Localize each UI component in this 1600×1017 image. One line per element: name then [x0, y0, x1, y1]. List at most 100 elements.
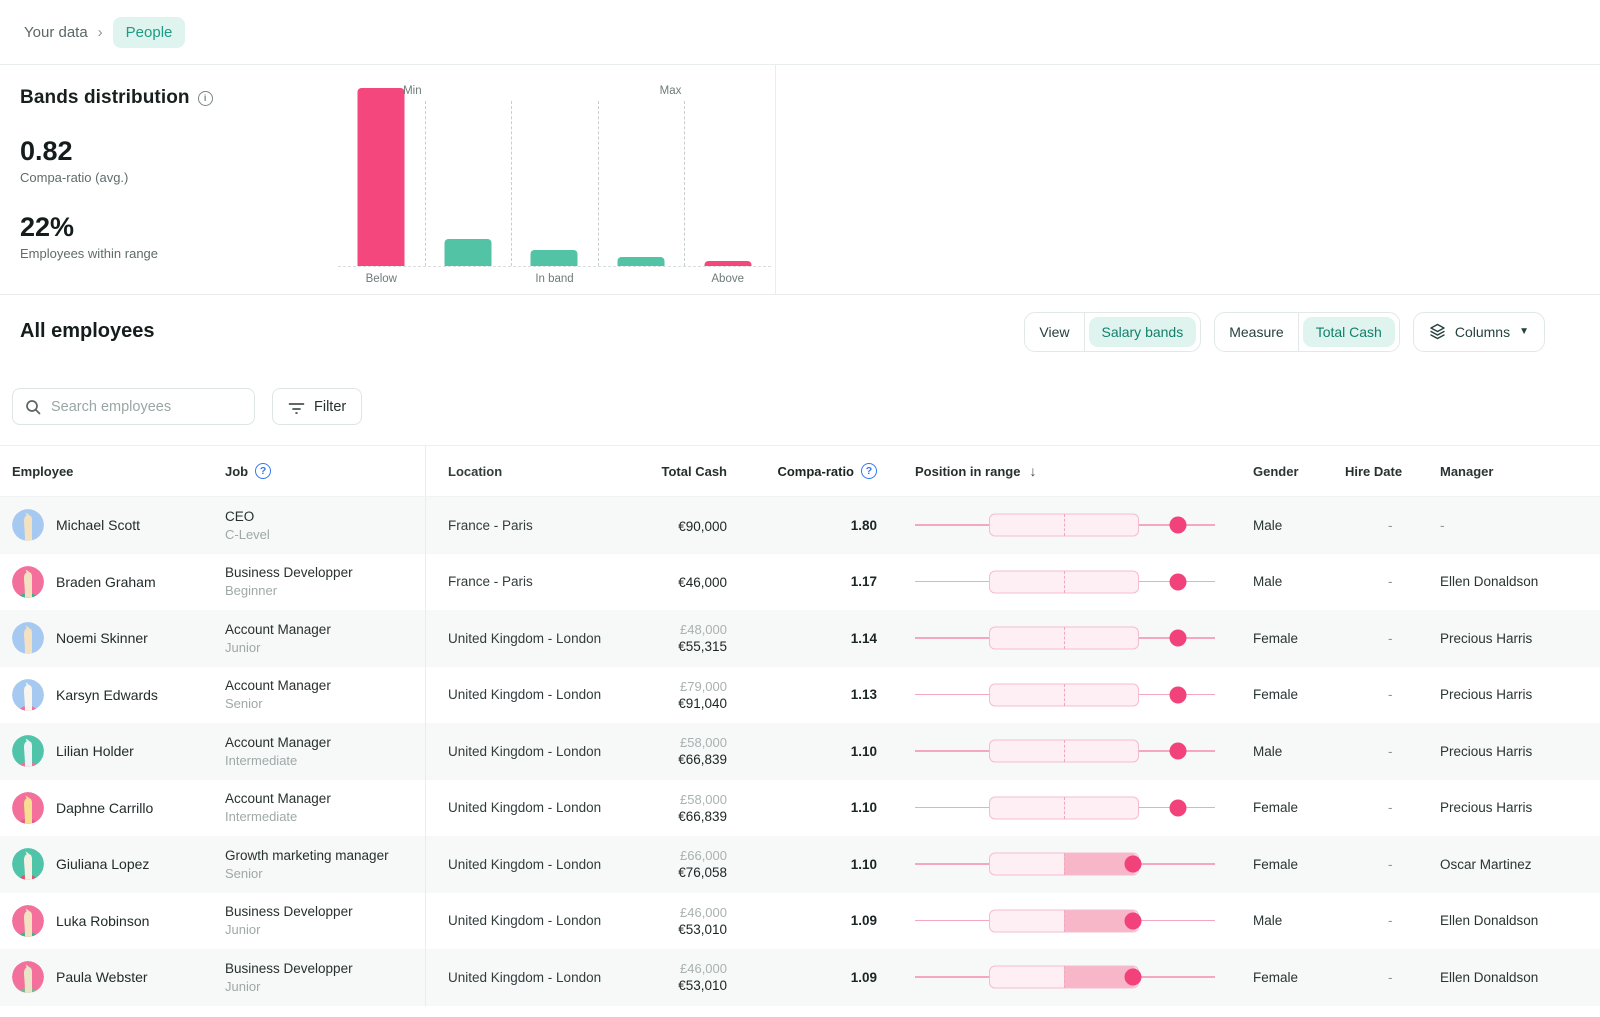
all-employees-toolbar: All employees View Salary bands Measure …	[0, 295, 1600, 368]
table-row[interactable]: Noemi SkinnerAccount ManagerJuniorUnited…	[0, 610, 1600, 667]
search-icon	[25, 399, 41, 415]
search-box[interactable]	[12, 388, 255, 425]
view-selector[interactable]: View Salary bands	[1024, 312, 1201, 352]
hire-date-cell: -	[1333, 800, 1421, 815]
gender-cell: Male	[1243, 744, 1333, 759]
position-dot	[1124, 969, 1141, 986]
position-dot	[1169, 517, 1186, 534]
view-value-salary-bands[interactable]: Salary bands	[1089, 317, 1197, 347]
hire-date-cell: -	[1333, 744, 1421, 759]
filter-button-label: Filter	[314, 399, 346, 415]
compa-ratio-cell: 1.09	[735, 970, 883, 985]
total-cash-eur: €53,010	[635, 978, 727, 993]
table-row[interactable]: Luka RobinsonBusiness DevelopperJuniorUn…	[0, 893, 1600, 950]
employee-cell: Daphne Carrillo	[0, 792, 225, 824]
total-cash-eur: €90,000	[635, 519, 727, 534]
chart-bar-slot	[511, 85, 598, 266]
gender-cell: Female	[1243, 687, 1333, 702]
employee-name: Noemi Skinner	[56, 630, 148, 646]
column-header-gender[interactable]: Gender	[1243, 464, 1333, 479]
table-row[interactable]: Braden GrahamBusiness DevelopperBeginner…	[0, 554, 1600, 611]
employee-cell: Lilian Holder	[0, 735, 225, 767]
avatar	[12, 848, 44, 880]
measure-value-total-cash[interactable]: Total Cash	[1303, 317, 1395, 347]
job-level: Beginner	[225, 583, 425, 598]
employee-cell: Karsyn Edwards	[0, 679, 225, 711]
bands-distribution-title: Bands distribution	[20, 87, 190, 109]
breadcrumb-people[interactable]: People	[113, 17, 186, 48]
measure-label: Measure	[1215, 324, 1297, 340]
column-header-label: Job	[225, 464, 248, 479]
column-header-manager[interactable]: Manager	[1421, 464, 1600, 479]
job-level: Junior	[225, 640, 425, 655]
band-midpoint-line	[1064, 514, 1065, 536]
column-header-position-in-range[interactable]: Position in range ↓	[883, 463, 1243, 479]
table-row[interactable]: Daphne CarrilloAccount ManagerIntermedia…	[0, 780, 1600, 837]
job-cell: Account Manager Senior	[225, 678, 425, 711]
breadcrumb-chevron-icon: ›	[98, 24, 103, 41]
location-cell: United Kingdom - London	[425, 667, 635, 724]
position-in-range-cell	[883, 906, 1243, 936]
view-label: View	[1025, 324, 1083, 340]
chart-bar	[704, 261, 751, 266]
hire-date-cell: -	[1333, 913, 1421, 928]
band-midpoint-line	[1064, 966, 1065, 988]
table-row[interactable]: Karsyn EdwardsAccount Manager SeniorUnite…	[0, 667, 1600, 724]
table-row[interactable]: Giuliana LopezGrowth marketing managerSe…	[0, 836, 1600, 893]
filter-button[interactable]: Filter	[272, 388, 362, 425]
breadcrumb: Your data › People	[0, 0, 1600, 65]
divider	[1298, 313, 1299, 351]
position-in-range-cell	[883, 567, 1243, 597]
position-in-range-cell	[883, 849, 1243, 879]
chart-bar	[444, 239, 491, 266]
position-dot	[1169, 573, 1186, 590]
hire-date-cell: -	[1333, 970, 1421, 985]
column-header-total-cash[interactable]: Total Cash	[635, 464, 735, 479]
job-level: Intermediate	[225, 753, 425, 768]
sort-descending-icon[interactable]: ↓	[1029, 463, 1036, 479]
bands-distribution-section: Bands distribution i 0.82 Compa-ratio (a…	[0, 65, 1600, 295]
columns-button[interactable]: Columns ▼	[1413, 312, 1545, 352]
total-cash-cell: €46,000	[635, 573, 735, 590]
job-level: Junior	[225, 922, 425, 937]
columns-button-label: Columns	[1455, 324, 1510, 340]
job-cell: Account Manager Intermediate	[225, 735, 425, 768]
table-row[interactable]: Michael ScottCEOC-LevelFrance - Paris€90…	[0, 497, 1600, 554]
manager-cell: Precious Harris	[1421, 800, 1600, 815]
avatar	[12, 792, 44, 824]
job-title: Account Manager	[225, 678, 425, 693]
manager-cell: Ellen Donaldson	[1421, 913, 1600, 928]
total-cash-eur: €91,040	[635, 696, 727, 711]
hire-date-cell: -	[1333, 631, 1421, 646]
chart-bar-slot	[338, 85, 425, 266]
info-icon[interactable]: i	[198, 91, 213, 106]
gender-cell: Female	[1243, 857, 1333, 872]
column-header-employee[interactable]: Employee	[0, 464, 225, 479]
table-row[interactable]: Lilian HolderAccount Manager Intermediate…	[0, 723, 1600, 780]
job-level: C-Level	[225, 527, 425, 542]
column-header-hire-date[interactable]: Hire Date	[1333, 464, 1421, 479]
table-row[interactable]: Paula WebsterBusiness DevelopperJuniorUn…	[0, 949, 1600, 1006]
position-in-range-widget	[915, 962, 1215, 992]
column-header-label: Position in range	[915, 464, 1020, 479]
job-cell: Account ManagerIntermediate	[225, 791, 425, 824]
total-cash-eur: €53,010	[635, 922, 727, 937]
search-input[interactable]	[51, 399, 242, 415]
avatar	[12, 735, 44, 767]
position-in-range-widget	[915, 906, 1215, 936]
band-midpoint-line	[1064, 853, 1065, 875]
measure-selector[interactable]: Measure Total Cash	[1214, 312, 1400, 352]
total-cash-eur: €46,000	[635, 575, 727, 590]
column-header-job[interactable]: Job?	[225, 463, 425, 479]
job-title: Account Manager	[225, 735, 425, 750]
column-header-compa-ratio[interactable]: Compa-ratio?	[735, 463, 883, 479]
job-level: Senior	[225, 696, 425, 711]
column-header-location[interactable]: Location	[425, 446, 635, 496]
job-title: Business Developper	[225, 904, 425, 919]
location-cell: United Kingdom - London	[425, 610, 635, 667]
help-icon[interactable]: ?	[255, 463, 271, 479]
compa-ratio-cell: 1.17	[735, 574, 883, 589]
column-header-label: Gender	[1253, 464, 1299, 479]
breadcrumb-your-data[interactable]: Your data	[24, 24, 88, 41]
help-icon[interactable]: ?	[861, 463, 877, 479]
